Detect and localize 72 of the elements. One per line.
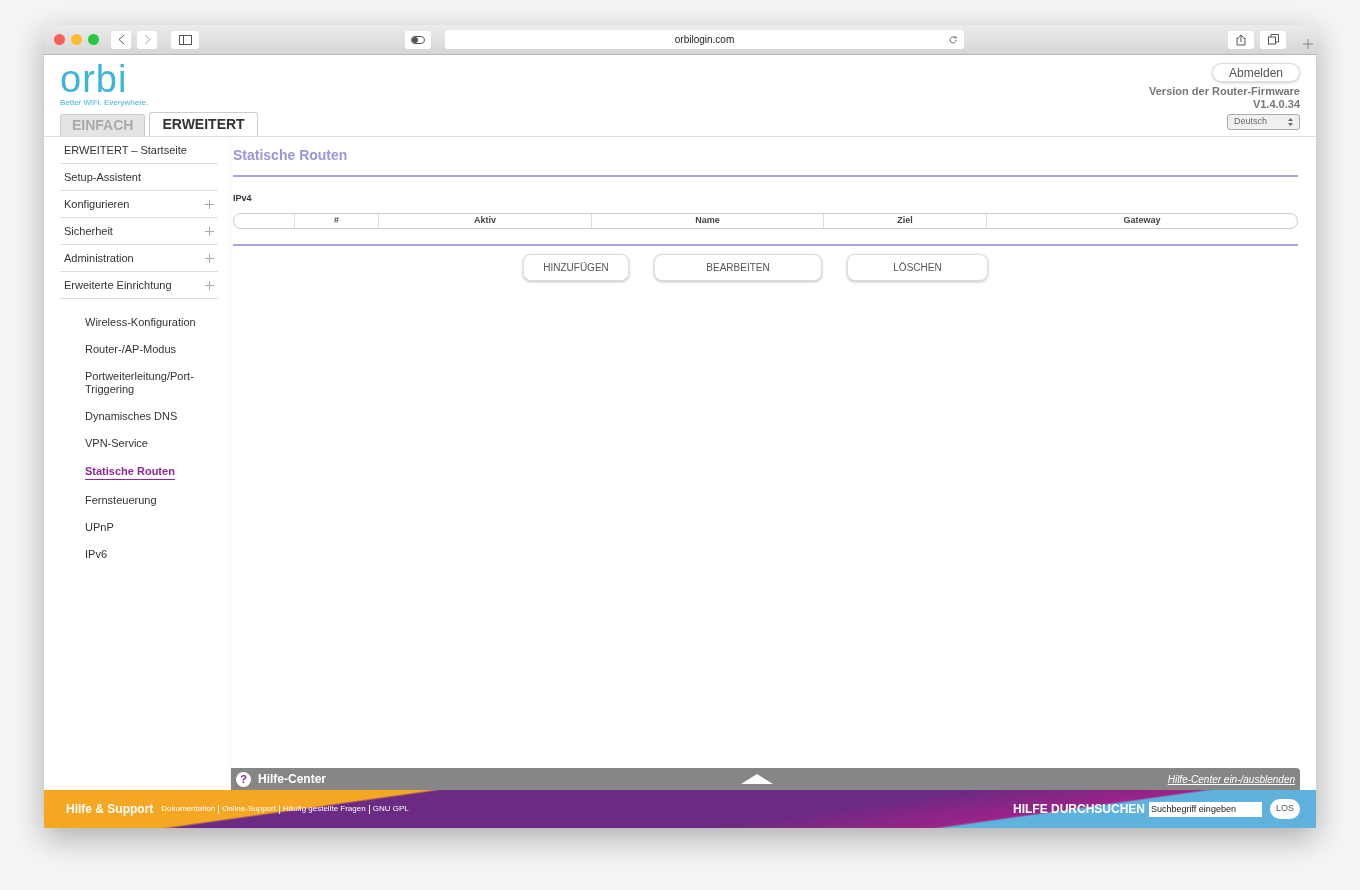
plus-icon	[205, 253, 214, 263]
submenu-item[interactable]: VPN-Service	[85, 437, 148, 450]
mode-tab[interactable]: ERWEITERT	[149, 112, 258, 136]
sidebar-button[interactable]	[171, 30, 199, 49]
help-search-label: HILFE DURCHSUCHEN	[1013, 801, 1145, 818]
address-bar[interactable]: orbilogin.com	[445, 30, 964, 49]
plus-icon[interactable]	[1303, 39, 1313, 49]
menu-label: ERWEITERT – Startseite	[64, 142, 187, 158]
close-window-icon[interactable]	[54, 34, 65, 45]
action-button[interactable]: HINZUFÜGEN	[523, 254, 629, 281]
submenu-item[interactable]: Wireless-Konfiguration	[85, 316, 196, 329]
sidebar-item[interactable]: Konfigurieren	[60, 191, 218, 218]
menu-label: Konfigurieren	[64, 196, 130, 212]
plus-icon	[205, 199, 214, 209]
forward-button[interactable]	[137, 30, 157, 49]
footer-link[interactable]: Häufig gestellte Fragen	[282, 803, 366, 815]
help-toggle-link[interactable]: Hilfe-Center ein-/ausblenden	[1167, 771, 1295, 787]
footer-link[interactable]: GNU GPL	[372, 803, 409, 815]
share-icon	[1236, 33, 1246, 46]
orbi-logo: orbi	[60, 63, 129, 95]
action-button[interactable]: BEARBEITEN	[654, 254, 822, 281]
sidebar-item[interactable]: Setup-Assistent	[60, 164, 218, 191]
back-button[interactable]	[111, 30, 131, 49]
menu-label: Erweiterte Einrichtung	[64, 277, 172, 293]
submenu-item[interactable]: Portweiterleitung/Port-Triggering	[85, 370, 214, 396]
logout-button[interactable]: Abmelden	[1212, 63, 1300, 82]
url-text: orbilogin.com	[674, 33, 735, 47]
menu-label: Sicherheit	[64, 223, 113, 239]
tabs-button[interactable]	[1260, 30, 1286, 49]
submenu-item[interactable]: UPnP	[85, 521, 114, 534]
reload-icon[interactable]	[948, 34, 958, 45]
chevron-left-icon	[117, 34, 125, 45]
toggle-icon	[411, 35, 425, 44]
help-search-field[interactable]: Suchbegriff eingeben	[1149, 801, 1262, 817]
chevron-right-icon	[143, 34, 151, 45]
sidebar-item[interactable]: Erweiterte Einrichtung	[60, 272, 218, 299]
submenu-item[interactable]: IPv6	[85, 548, 107, 561]
help-icon: ?	[236, 771, 251, 787]
plus-icon	[205, 226, 214, 236]
section-label: IPv4	[233, 193, 252, 203]
menu-label: Setup-Assistent	[64, 169, 142, 185]
firmware-label: Version der Router-Firmware	[1149, 85, 1300, 98]
firmware-version: V1.4.0.34	[1252, 98, 1300, 111]
submenu-item[interactable]: Fernsteuerung	[85, 494, 157, 507]
sidebar-item[interactable]: ERWEITERT – Startseite	[60, 137, 218, 164]
zoom-window-icon[interactable]	[88, 34, 99, 45]
sidebar-item[interactable]: Administration	[60, 245, 218, 272]
submenu-item[interactable]: Router-/AP-Modus	[85, 343, 177, 356]
select-arrows-icon	[1288, 118, 1293, 126]
language-value: Deutsch	[1234, 115, 1268, 129]
sidebar-icon	[178, 34, 192, 45]
submenu-item[interactable]: Statische Routen	[85, 464, 175, 480]
column-header: Aktiv	[474, 214, 496, 228]
column-header: Name	[695, 214, 720, 228]
column-header: Gateway	[1123, 214, 1161, 228]
action-button[interactable]: LÖSCHEN	[847, 254, 988, 281]
tabs-icon	[1267, 34, 1279, 45]
menu-label: Administration	[64, 250, 134, 266]
reader-button[interactable]	[405, 30, 431, 49]
expand-up-icon[interactable]	[741, 774, 773, 784]
logo-tagline: Better WiFi. Everywhere.	[60, 97, 150, 109]
sidebar-item[interactable]: Sicherheit	[60, 218, 218, 245]
column-header: #	[334, 214, 339, 228]
submenu-item[interactable]: Dynamisches DNS	[85, 410, 178, 423]
column-header: Ziel	[897, 214, 913, 228]
plus-icon	[205, 280, 214, 290]
page-title: Statische Routen	[233, 147, 348, 163]
language-select[interactable]: Deutsch	[1227, 114, 1300, 130]
go-button[interactable]: LOS	[1270, 799, 1300, 819]
share-button[interactable]	[1228, 30, 1254, 49]
footer-title: Hilfe & Support	[66, 801, 154, 818]
help-center-title: Hilfe-Center	[258, 771, 326, 788]
